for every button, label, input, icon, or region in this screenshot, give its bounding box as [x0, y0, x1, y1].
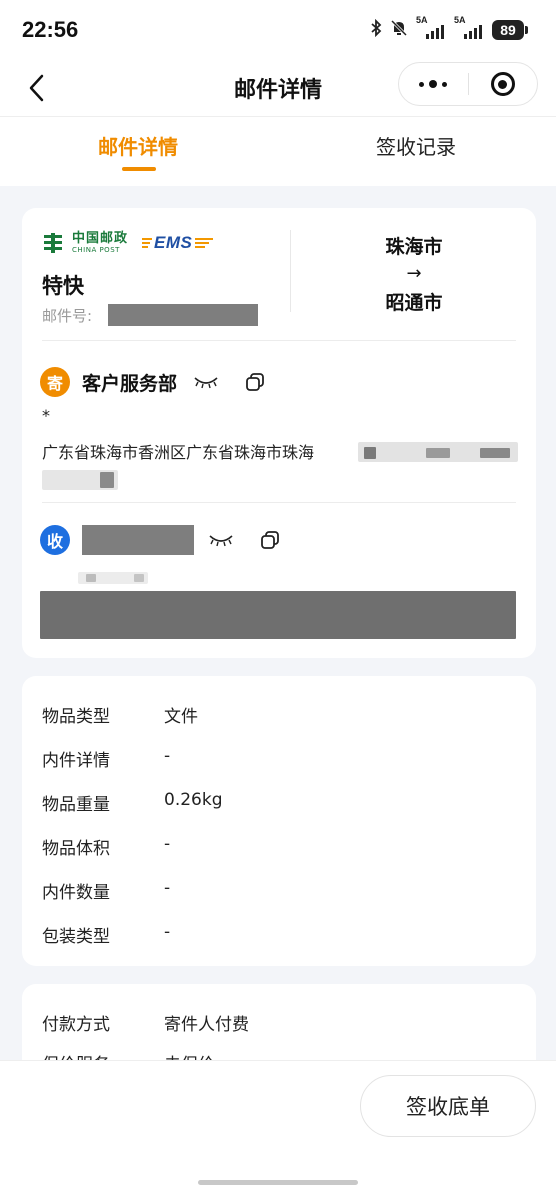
mute-bell-icon: [390, 19, 408, 41]
receiver-phone-blur: [134, 574, 144, 582]
tab-active-indicator: [122, 167, 156, 171]
address-blur: [480, 448, 510, 458]
route: 珠海市 → 昭通市: [312, 232, 516, 315]
status-bar: 22:56 5A 5A 89: [0, 0, 556, 60]
mini-program-capsule: [398, 62, 538, 106]
divider: [42, 502, 516, 503]
item-info-card: 物品类型 文件 内件详情 - 物品重量 0.26kg 物品体积 - 内件数量 -…: [22, 676, 536, 966]
status-icons: 5A 5A 89: [370, 15, 528, 42]
copy-icon[interactable]: [245, 372, 265, 392]
eye-closed-icon[interactable]: [193, 375, 219, 389]
origin-city: 珠海市: [385, 236, 443, 258]
info-row: 包装类型 -: [42, 922, 171, 947]
china-post-logo-icon: [44, 233, 62, 253]
signed-receipt-button[interactable]: 签收底单: [360, 1075, 536, 1137]
more-button[interactable]: [399, 63, 468, 105]
receiver-row: 收: [40, 525, 280, 555]
home-indicator[interactable]: [198, 1180, 358, 1185]
ems-logo: EMS: [142, 233, 214, 253]
sender-address: 广东省珠海市香洲区广东省珠海市珠海: [42, 443, 315, 462]
more-dots-icon: [419, 80, 448, 88]
destination-city: 昭通市: [385, 292, 443, 314]
service-type: 特快: [42, 274, 84, 298]
info-row: 物品体积 -: [42, 834, 171, 859]
address-blur: [426, 448, 450, 458]
address-blur: [364, 447, 376, 459]
info-row: 物品类型 文件: [42, 707, 198, 727]
tab-bar: 邮件详情 签收记录: [0, 116, 556, 186]
receiver-name-redacted: [82, 525, 194, 555]
battery-tip: [525, 26, 528, 34]
sender-row: 寄 客户服务部: [40, 367, 265, 397]
bluetooth-icon: [370, 18, 382, 41]
nav-bar: 邮件详情: [0, 60, 556, 116]
mail-number: 邮件号:: [42, 304, 259, 326]
brand-logos: 中国邮政 CHINA POST EMS: [42, 231, 214, 254]
mail-number-label: 邮件号:: [42, 306, 93, 325]
waybill-card: 中国邮政 CHINA POST EMS 特快 邮件号: 珠海市 → 昭通市 寄 …: [22, 208, 536, 658]
info-row: 内件数量 -: [42, 878, 171, 903]
receiver-address-redacted: [40, 591, 516, 639]
signal-icon: 5A: [454, 15, 484, 39]
receiver-phone-blur: [86, 574, 96, 582]
sender-phone: *: [42, 406, 50, 425]
status-time: 22:56: [22, 17, 79, 42]
vertical-divider: [290, 230, 291, 312]
eye-closed-icon[interactable]: [208, 533, 234, 547]
copy-icon[interactable]: [260, 530, 280, 550]
close-mini-program-button[interactable]: [469, 63, 538, 105]
receiver-badge: 收: [40, 525, 70, 555]
info-row: 内件详情 -: [42, 746, 171, 771]
bottom-action-bar: 签收底单: [0, 1060, 556, 1199]
signal-icon: 5A: [416, 15, 446, 39]
battery-icon: 89: [492, 20, 524, 40]
sender-name: 客户服务部: [82, 372, 178, 395]
address-blur: [100, 472, 114, 488]
target-circle-icon: [490, 72, 515, 96]
sender-badge: 寄: [40, 367, 70, 397]
divider: [42, 340, 516, 341]
info-row: 付款方式 寄件人付费: [42, 1015, 249, 1035]
route-arrow: →: [406, 263, 422, 284]
info-row: 物品重量 0.26kg: [42, 790, 223, 815]
china-post-text: 中国邮政 CHINA POST: [72, 231, 129, 254]
mail-number-redacted: [108, 304, 259, 326]
tab-mail-details[interactable]: 邮件详情: [98, 131, 178, 160]
tab-sign-records[interactable]: 签收记录: [376, 131, 456, 160]
